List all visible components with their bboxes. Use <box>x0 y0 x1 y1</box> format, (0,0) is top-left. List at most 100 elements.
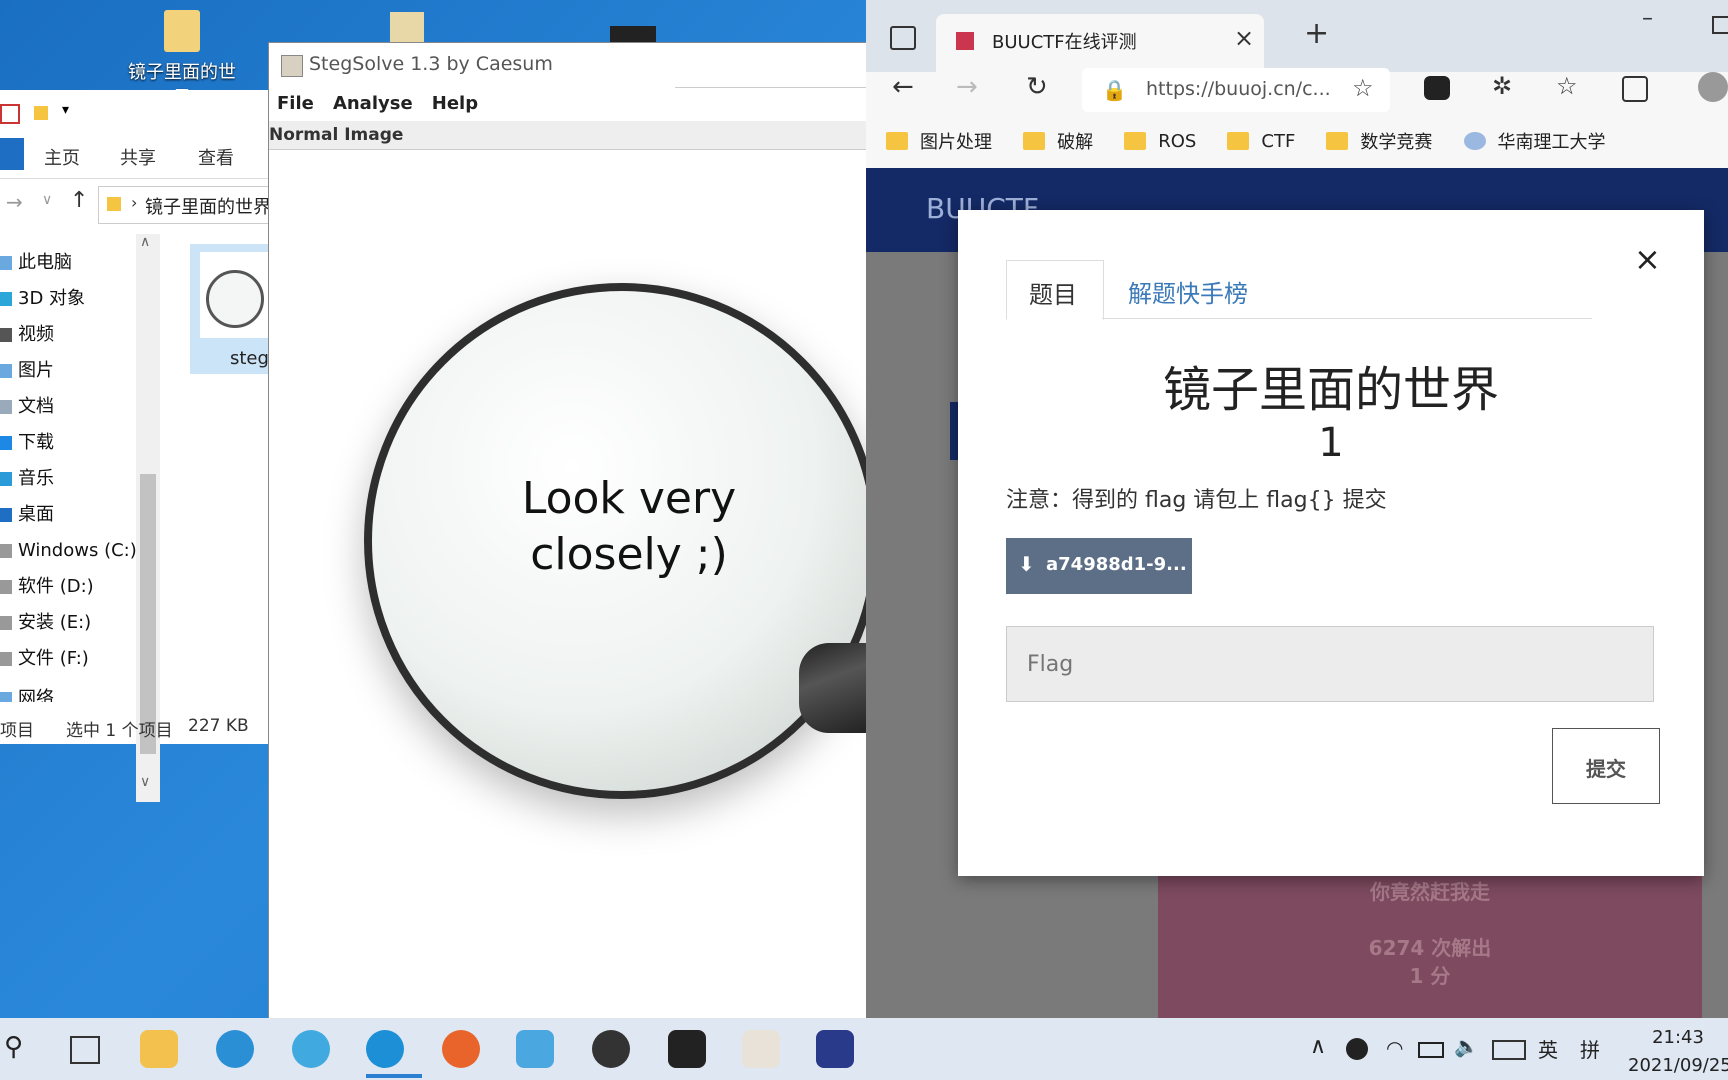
firefox-icon[interactable] <box>442 1030 480 1068</box>
bookmark-item[interactable]: 华南理工大学 <box>1463 128 1606 154</box>
tab-share[interactable]: 共享 <box>120 144 156 170</box>
maximize-icon[interactable] <box>1712 16 1728 34</box>
image-text-line2: closely ;) <box>530 529 728 580</box>
keyboard-icon[interactable] <box>1492 1040 1526 1060</box>
ime-language[interactable]: 英 <box>1538 1034 1558 1063</box>
nav-label: 3D 对象 <box>18 288 86 309</box>
nav-item-drive-e[interactable]: 安装 (E:) <box>0 608 91 638</box>
file-item[interactable]: steg <box>190 244 269 374</box>
submit-button[interactable]: 提交 <box>1552 728 1660 804</box>
nav-item-desktop[interactable]: 桌面 <box>0 500 54 530</box>
tab-home[interactable]: 主页 <box>44 144 80 170</box>
nav-item-this-pc[interactable]: 此电脑 <box>0 248 72 278</box>
bookmark-item[interactable]: ROS <box>1124 131 1196 152</box>
nav-item-network[interactable]: 网络 <box>0 684 54 702</box>
folder-icon <box>1227 132 1250 150</box>
menu-file[interactable]: File <box>277 93 314 114</box>
file-tab[interactable] <box>0 138 24 170</box>
file-explorer-icon[interactable] <box>140 1030 178 1068</box>
folder-icon <box>34 106 48 120</box>
bookmarks-bar: 图片处理 破解 ROS CTF 数学竞赛 华南理工大学 <box>886 128 1632 154</box>
nav-item-music[interactable]: 音乐 <box>0 464 54 494</box>
nav-item-videos[interactable]: 视频 <box>0 320 54 350</box>
nav-item-pictures[interactable]: 图片 <box>0 356 54 386</box>
wifi-icon[interactable]: ◠ <box>1386 1036 1403 1060</box>
mode-label: Normal Image <box>269 125 404 145</box>
add-favorite-icon[interactable]: ☆ <box>1352 74 1374 102</box>
nav-item-3d[interactable]: 3D 对象 <box>0 284 85 314</box>
refresh-icon[interactable]: ↻ <box>1026 72 1048 102</box>
nav-label: 文件 (F:) <box>18 648 89 669</box>
puzzle-extensions-icon[interactable]: ✲ <box>1492 72 1512 100</box>
favorites-icon[interactable]: ☆ <box>1556 72 1578 100</box>
seven-zip-icon[interactable] <box>668 1030 706 1068</box>
desktop-icon-file[interactable] <box>390 12 424 42</box>
scrollbar-thumb[interactable] <box>140 474 156 754</box>
bookmark-item[interactable]: CTF <box>1227 131 1295 152</box>
ime-mode[interactable]: 拼 <box>1580 1034 1600 1063</box>
java-icon[interactable] <box>742 1030 780 1068</box>
nav-item-drive-c[interactable]: Windows (C:) <box>0 536 137 566</box>
desktop-icon-app[interactable] <box>610 26 656 42</box>
address-bar[interactable]: 🔒 https://buuoj.cn/c... ☆ <box>1082 68 1390 112</box>
breadcrumb-chevron-icon: › <box>131 193 138 212</box>
nav-item-drive-d[interactable]: 软件 (D:) <box>0 572 94 602</box>
nav-item-downloads[interactable]: 下载 <box>0 428 54 458</box>
scroll-down-icon[interactable]: ∨ <box>140 774 150 790</box>
menu-help[interactable]: Help <box>432 93 478 114</box>
close-icon[interactable]: × <box>1634 240 1661 278</box>
scroll-up-icon[interactable]: ∧ <box>140 234 150 250</box>
tray-app-icon[interactable] <box>1346 1038 1368 1060</box>
collections-icon[interactable] <box>1622 76 1648 102</box>
lock-icon[interactable]: 🔒 <box>1102 78 1127 102</box>
menu-analyse[interactable]: Analyse <box>333 93 413 114</box>
url-text[interactable]: https://buuoj.cn/c... <box>1146 78 1331 100</box>
bookmark-item[interactable]: 图片处理 <box>886 128 992 154</box>
flag-input[interactable] <box>1006 626 1654 702</box>
breadcrumb[interactable]: 镜子里面的世界 <box>145 193 271 219</box>
obs-icon[interactable] <box>592 1030 630 1068</box>
qr-code-icon[interactable] <box>816 1030 854 1068</box>
download-button[interactable]: ⬇ a74988d1-9... <box>1006 538 1192 594</box>
clock[interactable]: 21:43 2021/09/25 <box>1628 1024 1728 1080</box>
profile-avatar[interactable] <box>1698 72 1728 102</box>
address-bar[interactable]: › 镜子里面的世界 <box>98 186 271 224</box>
forward-arrow-icon[interactable]: → <box>956 72 978 102</box>
bookmark-label: ROS <box>1158 130 1197 152</box>
back-arrow-icon[interactable]: ← <box>892 72 914 102</box>
edge-icon[interactable] <box>366 1030 404 1068</box>
nav-item-drive-f[interactable]: 文件 (F:) <box>0 644 89 674</box>
kugou-icon[interactable] <box>216 1030 254 1068</box>
up-arrow-icon[interactable]: ↑ <box>70 188 88 213</box>
task-view-icon[interactable] <box>70 1036 100 1064</box>
quick-access-check-icon[interactable] <box>0 104 20 124</box>
clock-date: 2021/09/25 <box>1628 1055 1728 1076</box>
bookmark-label: CTF <box>1261 130 1296 152</box>
browser-tab-active[interactable]: BUUCTF在线评测 × <box>936 14 1264 72</box>
tab-view[interactable]: 查看 <box>198 144 234 170</box>
battery-icon[interactable] <box>1418 1042 1444 1058</box>
close-tab-icon[interactable]: × <box>1234 24 1254 52</box>
new-tab-icon[interactable]: + <box>1304 16 1329 51</box>
minimize-icon[interactable]: – <box>1642 6 1653 31</box>
tab-actions-icon[interactable] <box>890 26 916 50</box>
bookmark-item[interactable]: 破解 <box>1023 128 1093 154</box>
tab-challenge[interactable]: 题目 <box>1006 260 1104 320</box>
recent-chevron-icon[interactable]: ∨ <box>42 192 52 208</box>
challenge-card[interactable]: 你竟然赶我走 6274 次解出 1 分 <box>1158 870 1702 1018</box>
nav-label: 图片 <box>18 360 54 381</box>
chrome-icon[interactable] <box>292 1030 330 1068</box>
chevron-up-icon[interactable]: ∧ <box>1310 1034 1326 1059</box>
app-icon[interactable] <box>516 1030 554 1068</box>
chevron-down-icon[interactable]: ▾ <box>62 102 69 118</box>
forward-arrow-icon[interactable]: → <box>6 190 23 214</box>
nav-item-documents[interactable]: 文档 <box>0 392 54 422</box>
search-icon[interactable]: ⚲ <box>4 1032 23 1062</box>
volume-icon[interactable]: 🔈 <box>1454 1034 1479 1058</box>
image-text-line1: Look very <box>521 473 737 524</box>
tab-solvers[interactable]: 解题快手榜 <box>1128 274 1248 309</box>
ribbon-divider <box>0 178 268 179</box>
challenge-title: 镜子里面的世界 <box>1162 362 1499 418</box>
bookmark-item[interactable]: 数学竞赛 <box>1326 128 1432 154</box>
extension-icon[interactable] <box>1424 76 1450 100</box>
